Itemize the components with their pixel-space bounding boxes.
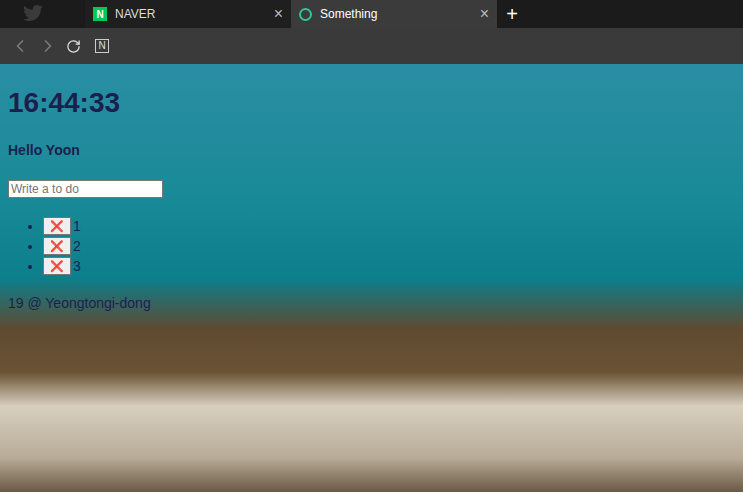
todo-text: 3 [73, 256, 81, 277]
extension-button[interactable]: N [95, 39, 109, 53]
todo-input[interactable] [8, 180, 163, 198]
tab-bar: N NAVER × Something × + [0, 0, 743, 28]
loading-circle-icon [299, 8, 312, 21]
back-icon[interactable] [10, 36, 30, 56]
naver-icon: N [93, 7, 107, 21]
todo-list: ❌1❌2❌3 [8, 216, 743, 276]
delete-button[interactable]: ❌ [43, 257, 71, 275]
todo-text: 1 [73, 216, 81, 237]
forward-icon[interactable] [38, 36, 58, 56]
todo-item: ❌1 [43, 216, 743, 236]
browser-tab[interactable]: N NAVER × [85, 0, 291, 28]
clock: 16:44:33 [8, 86, 743, 120]
page-content: 16:44:33Hello Yoon❌1❌2❌319 @ Yeongtongi-… [0, 64, 743, 492]
todo-text: 2 [73, 236, 81, 257]
browser-tab[interactable]: Something × [291, 0, 497, 28]
tab-close-button[interactable]: × [274, 6, 283, 22]
todo-item: ❌3 [43, 256, 743, 276]
greeting: Hello Yoon [8, 140, 743, 160]
tab-close-button[interactable]: × [480, 6, 489, 22]
tab-label: NAVER [115, 5, 266, 23]
weather: 19 @ Yeongtongi-dong [8, 293, 743, 313]
tab-label: Something [320, 5, 472, 23]
delete-button[interactable]: ❌ [43, 237, 71, 255]
nav-bar: N [0, 28, 743, 64]
browser-window: NNAVER×Something×+N16:44:33Hello Yoon❌1❌… [0, 0, 743, 492]
pinned-area [0, 0, 85, 28]
delete-button[interactable]: ❌ [43, 217, 71, 235]
bird-icon[interactable] [22, 5, 44, 23]
new-tab-button[interactable]: + [497, 0, 527, 28]
reload-icon[interactable] [66, 39, 81, 54]
todo-item: ❌2 [43, 236, 743, 256]
